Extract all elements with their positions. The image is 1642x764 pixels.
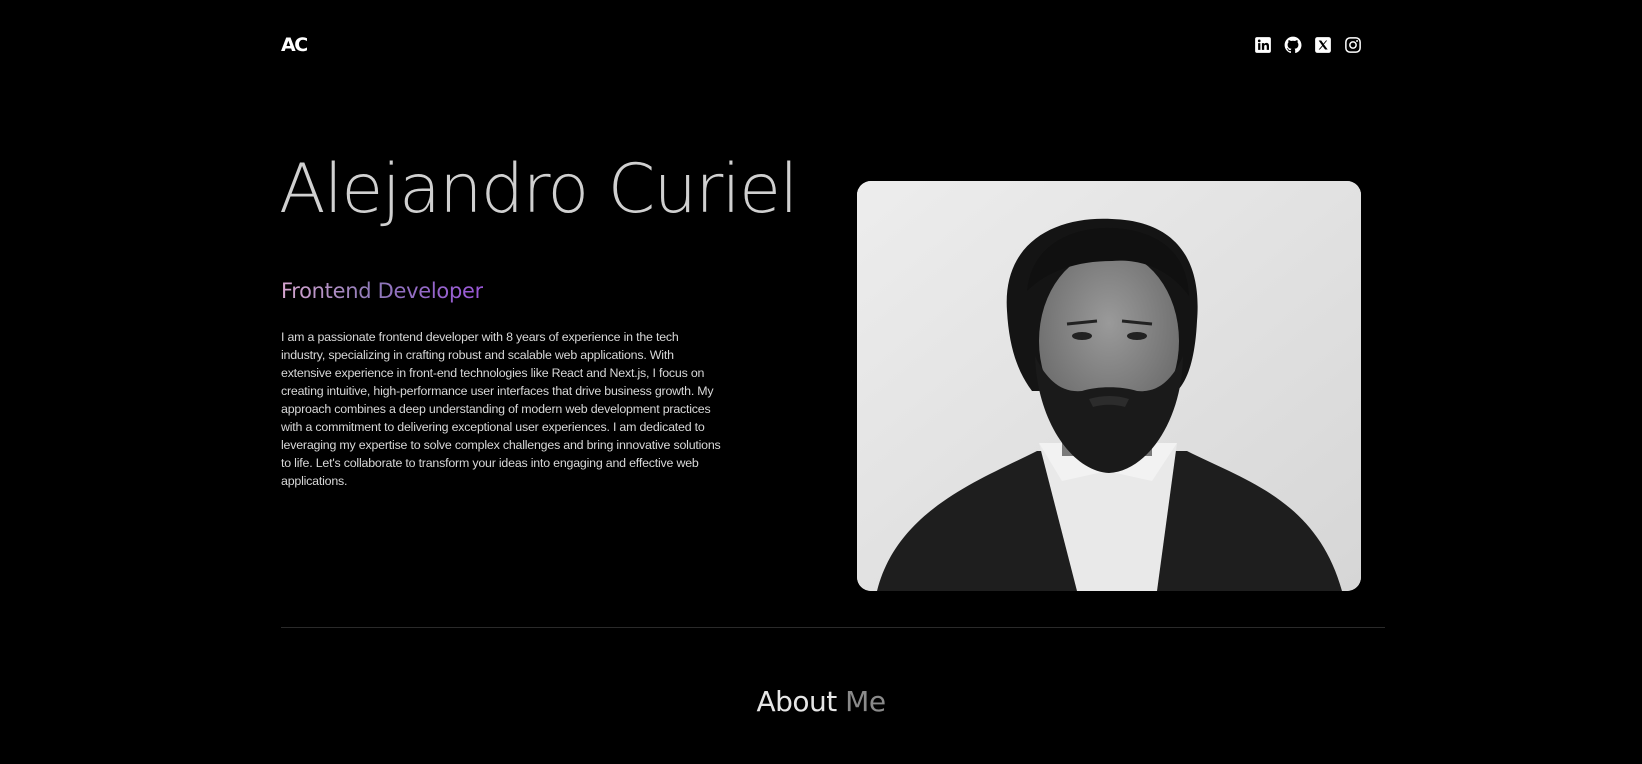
- about-title-strong: About: [756, 685, 837, 718]
- portrait-image: [857, 181, 1361, 591]
- about-title-muted: Me: [845, 685, 886, 718]
- site-logo[interactable]: AC: [281, 35, 308, 55]
- instagram-icon: [1345, 37, 1361, 53]
- linkedin-link[interactable]: [1254, 36, 1272, 54]
- social-links: [1254, 36, 1362, 54]
- hero-bio: I am a passionate frontend developer wit…: [281, 330, 721, 488]
- x-icon: [1315, 37, 1331, 53]
- section-divider: [281, 627, 1385, 628]
- instagram-link[interactable]: [1344, 36, 1362, 54]
- about-section-title: About Me: [0, 682, 1642, 722]
- hero-role: Frontend Developer: [281, 276, 483, 306]
- x-link[interactable]: [1314, 36, 1332, 54]
- linkedin-icon: [1255, 37, 1271, 53]
- github-icon: [1284, 36, 1302, 54]
- hero-name: Alejandro Curiel: [279, 150, 798, 229]
- profile-photo: [857, 181, 1361, 591]
- github-link[interactable]: [1284, 36, 1302, 54]
- portfolio-page: AC Alejandro Curiel Frontend Developer I…: [0, 0, 1642, 764]
